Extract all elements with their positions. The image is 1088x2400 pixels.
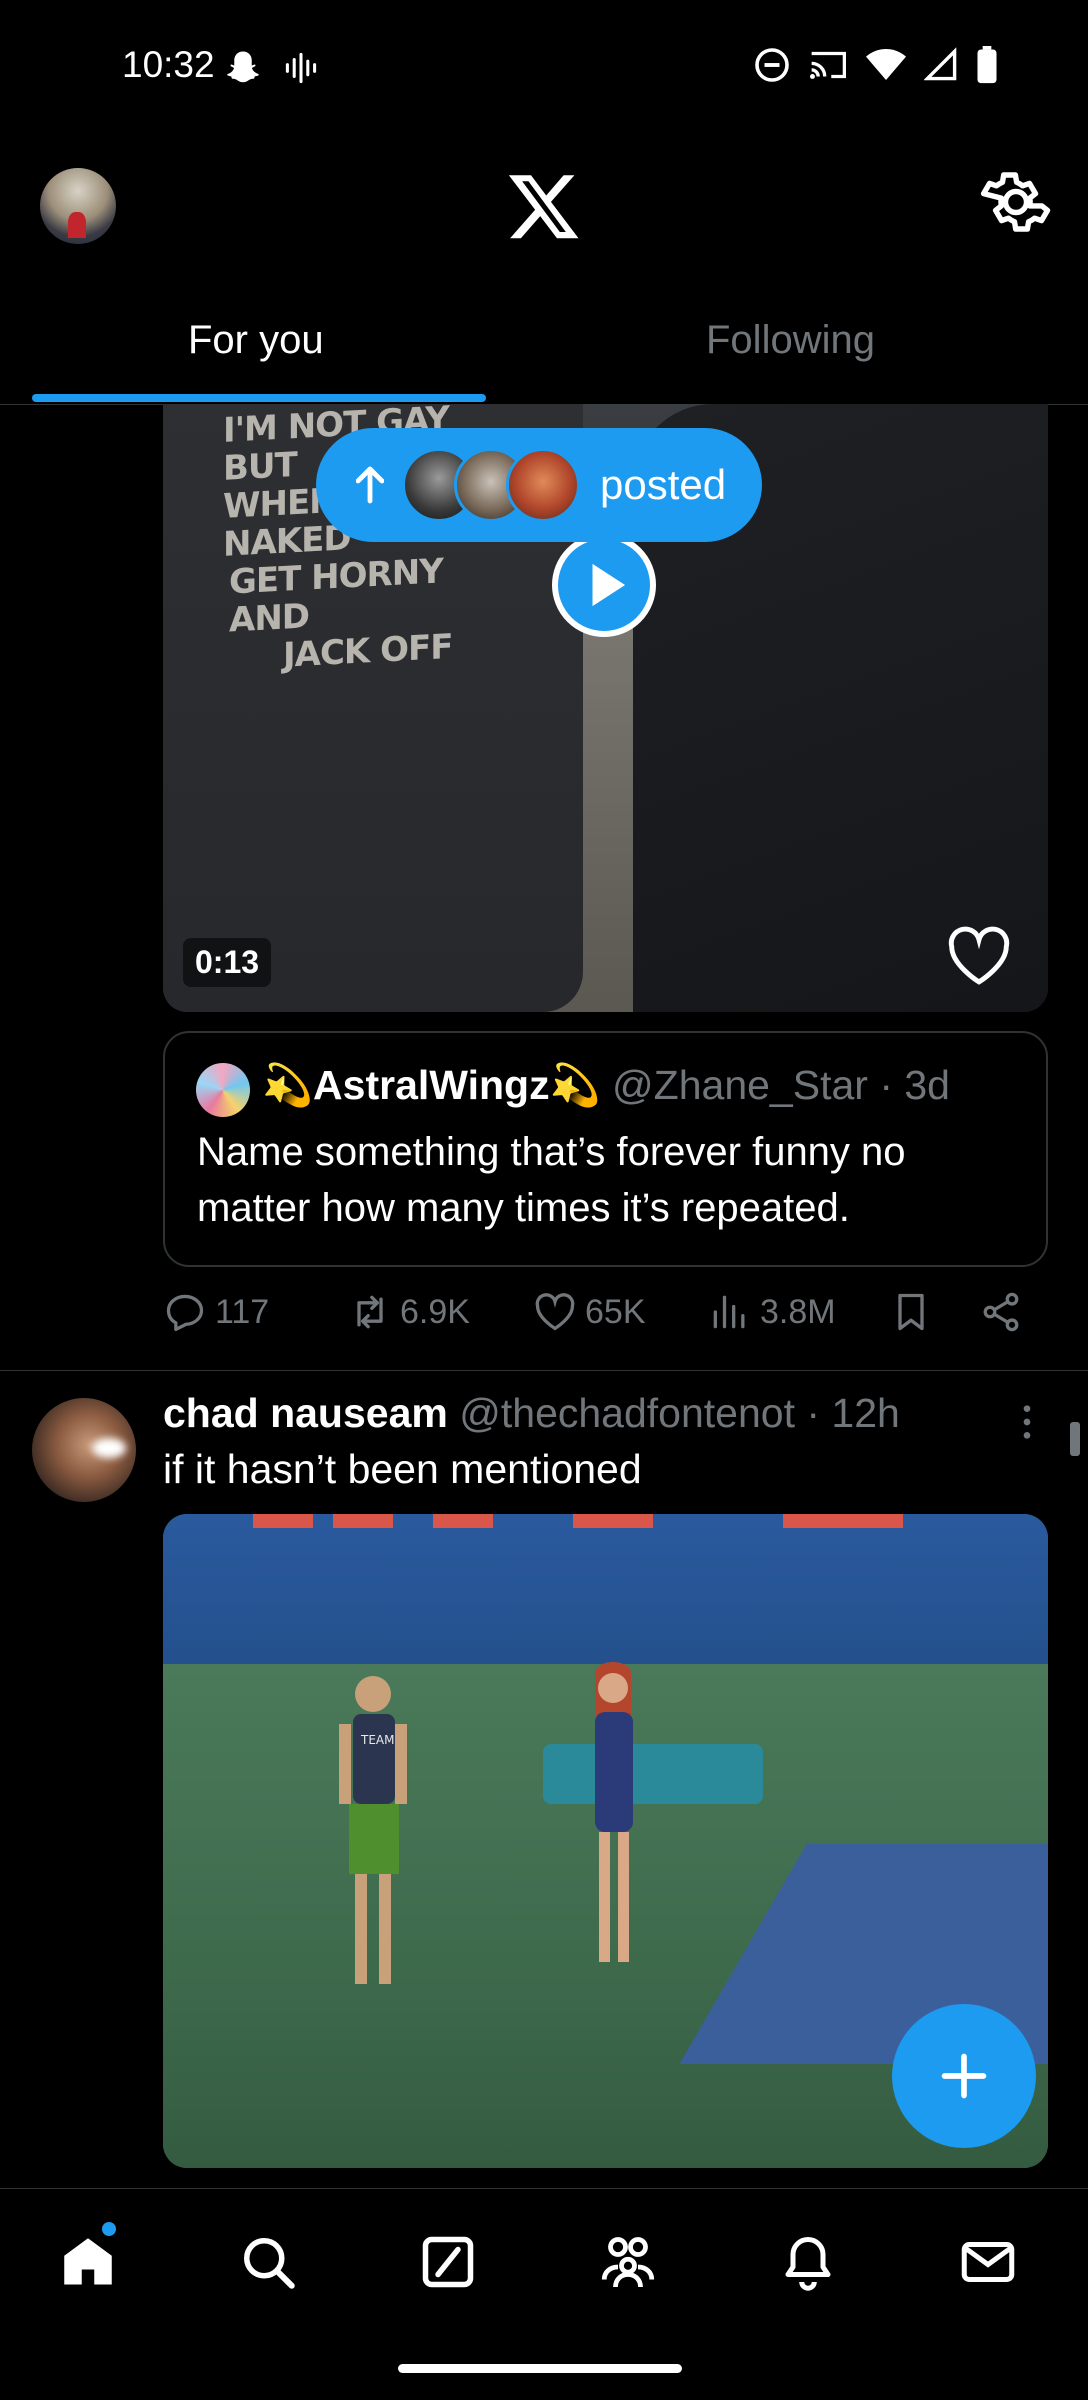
- tab-for-you[interactable]: For you: [188, 318, 324, 363]
- messages-icon[interactable]: [958, 2232, 1018, 2292]
- avatar: [506, 448, 580, 522]
- post-header: chad nauseam @thechadfontenot · 12h: [163, 1390, 900, 1436]
- views-icon: [713, 1295, 745, 1329]
- reply-count: 117: [215, 1292, 270, 1331]
- x-logo-icon[interactable]: [506, 168, 582, 244]
- post-actions: 117 6.9K 65K 3.8M: [163, 1290, 1043, 1350]
- do-not-disturb-icon: [755, 48, 789, 82]
- quoted-author-handle: @Zhane_Star: [612, 1062, 868, 1108]
- view-count: 3.8M: [760, 1292, 836, 1331]
- gesture-bar[interactable]: [398, 2364, 682, 2373]
- status-time: 10:32: [122, 44, 215, 85]
- reply-button[interactable]: 117: [163, 1290, 269, 1334]
- author-handle: @thechadfontenot: [459, 1390, 795, 1436]
- author-name[interactable]: chad nauseam: [163, 1390, 448, 1436]
- tab-active-indicator: [32, 394, 486, 402]
- wifi-icon: [866, 49, 906, 80]
- svg-text:TEAM: TEAM: [360, 1733, 394, 1747]
- new-posts-pill[interactable]: posted: [316, 428, 762, 542]
- home-icon[interactable]: [58, 2232, 118, 2292]
- views-button[interactable]: 3.8M: [708, 1290, 836, 1334]
- like-button[interactable]: 65K: [533, 1290, 646, 1334]
- post-time: 12h: [831, 1390, 900, 1436]
- video-person: TEAM: [339, 1676, 407, 1984]
- cellular-signal-icon: [924, 47, 957, 81]
- search-icon[interactable]: [238, 2232, 298, 2292]
- bookmark-icon: [898, 1293, 924, 1331]
- grok-icon[interactable]: [418, 2232, 478, 2292]
- arrow-up-icon: [356, 466, 384, 504]
- quoted-post-time: 3d: [904, 1062, 950, 1108]
- notification-dot: [102, 2222, 116, 2236]
- pill-label: posted: [600, 461, 727, 508]
- bookmark-button[interactable]: [889, 1290, 933, 1334]
- repost-button[interactable]: 6.9K: [348, 1290, 470, 1334]
- video-person-2: [595, 1662, 633, 1962]
- snapchat-icon: [227, 51, 259, 83]
- tab-following[interactable]: Following: [706, 318, 875, 363]
- plus-icon: [941, 2053, 987, 2099]
- heart-icon: [535, 1293, 575, 1331]
- compose-button[interactable]: [892, 2004, 1036, 2148]
- post-divider: [0, 1370, 1088, 1371]
- repost-count: 6.9K: [400, 1292, 470, 1331]
- pill-avatars: [402, 448, 580, 522]
- share-button[interactable]: [979, 1290, 1023, 1334]
- status-icons: [754, 46, 998, 84]
- play-button[interactable]: [552, 533, 656, 637]
- play-icon: [592, 563, 626, 607]
- reply-icon: [166, 1294, 204, 1332]
- battery-icon: [977, 46, 997, 84]
- gear-icon[interactable]: [980, 166, 1052, 238]
- cast-icon: [810, 51, 846, 79]
- communities-icon[interactable]: [598, 2232, 658, 2292]
- video-duration: 0:13: [183, 938, 272, 987]
- scrollbar-thumb[interactable]: [1070, 1422, 1080, 1456]
- quoted-post-text: Name something that’s forever funny no m…: [197, 1130, 906, 1230]
- quoted-author-name: 💫AstralWingz💫: [262, 1062, 601, 1108]
- share-icon: [983, 1292, 1019, 1332]
- heart-icon[interactable]: [946, 926, 1012, 986]
- more-options-icon[interactable]: [1012, 1402, 1042, 1442]
- bell-icon[interactable]: [778, 2232, 838, 2292]
- soundwave-icon: [285, 52, 317, 84]
- repost-icon: [357, 1295, 383, 1329]
- avatar: [196, 1063, 250, 1117]
- video-awning: [253, 1514, 903, 1528]
- post-text: if it hasn’t been mentioned: [163, 1446, 642, 1492]
- like-count: 65K: [585, 1292, 646, 1331]
- quoted-post-header: 💫AstralWingz💫 @Zhane_Star · 3d: [262, 1062, 950, 1108]
- profile-avatar[interactable]: [40, 168, 116, 244]
- avatar[interactable]: [32, 1398, 136, 1502]
